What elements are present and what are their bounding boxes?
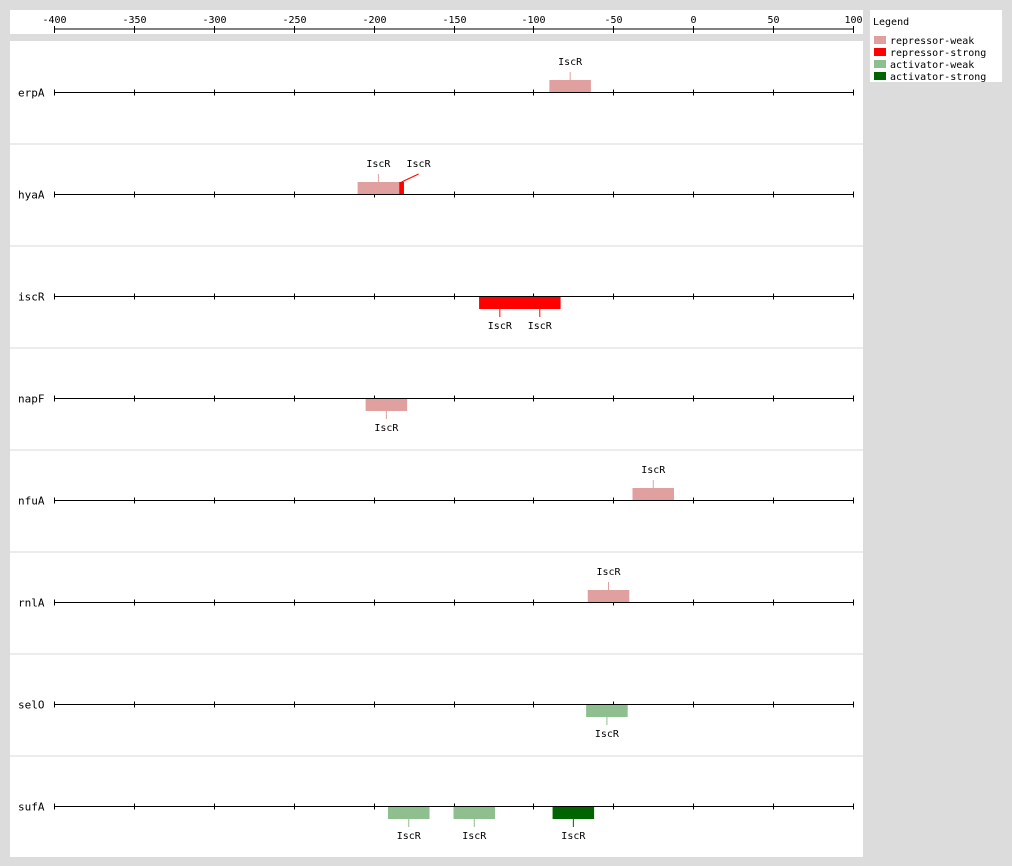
gene-name: rnlA xyxy=(18,597,45,610)
legend-label: repressor-weak xyxy=(890,36,974,47)
site-label: IscR xyxy=(596,567,621,578)
gene-name: erpA xyxy=(18,87,45,100)
binding-site-repressor-strong xyxy=(519,297,561,309)
site-label: IscR xyxy=(366,159,391,170)
legend-label: activator-strong xyxy=(890,72,986,83)
axis-tick-label: -50 xyxy=(604,15,622,26)
binding-site-repressor-weak xyxy=(549,80,591,92)
binding-site-activator-weak xyxy=(387,807,430,819)
legend-swatch xyxy=(874,60,886,68)
legend-swatch xyxy=(874,48,886,56)
binding-site-diagram: -400 -350 -300 -250 -200 -150 -100 -50 0 50 100 er… xyxy=(10,10,1002,857)
binding-site-repressor-weak xyxy=(365,399,408,411)
binding-site-activator-weak xyxy=(453,807,496,819)
binding-site-repressor-weak xyxy=(357,182,400,194)
axis-tick-label: 0 xyxy=(690,15,696,26)
legend-label: repressor-strong xyxy=(890,48,986,59)
binding-site-repressor-weak xyxy=(587,590,630,602)
gene-name: sufA xyxy=(18,801,45,814)
site-label: IscR xyxy=(374,423,399,434)
gene-name: iscR xyxy=(18,291,45,304)
gene-name: napF xyxy=(18,393,45,406)
axis-tick-label: -100 xyxy=(521,15,545,26)
axis-tick-label: 100 xyxy=(844,15,862,26)
gene-name: nfuA xyxy=(18,495,45,508)
legend-swatch xyxy=(874,72,886,80)
binding-site-repressor-strong xyxy=(479,297,521,309)
axis-tick-label: -300 xyxy=(202,15,226,26)
site-label: IscR xyxy=(488,321,513,332)
site-label: IscR xyxy=(561,831,586,842)
gene-name: hyaA xyxy=(18,189,45,202)
site-label: IscR xyxy=(558,57,583,68)
tracks-panel xyxy=(10,41,863,857)
binding-site-repressor-strong xyxy=(399,182,404,194)
site-label: IscR xyxy=(407,159,432,170)
legend-swatch xyxy=(874,36,886,44)
legend: Legend repressor-weakrepressor-strongact… xyxy=(870,10,1002,83)
legend-title: Legend xyxy=(873,17,909,28)
binding-site-activator-strong xyxy=(552,807,595,819)
legend-items: repressor-weakrepressor-strongactivator-… xyxy=(874,36,986,83)
site-label: IscR xyxy=(397,831,422,842)
site-label: IscR xyxy=(462,831,487,842)
axis-tick-label: -150 xyxy=(442,15,466,26)
binding-site-repressor-weak xyxy=(632,488,675,500)
site-label: IscR xyxy=(641,465,666,476)
legend-label: activator-weak xyxy=(890,60,974,71)
binding-site-activator-weak xyxy=(586,705,628,717)
axis-tick-label: -200 xyxy=(362,15,386,26)
axis-tick-label: 50 xyxy=(767,15,779,26)
gene-name: selO xyxy=(18,699,45,712)
axis-tick-label: -350 xyxy=(122,15,146,26)
site-label: IscR xyxy=(595,729,620,740)
axis-tick-label: -400 xyxy=(42,15,66,26)
site-label: IscR xyxy=(528,321,553,332)
axis-tick-label: -250 xyxy=(282,15,306,26)
